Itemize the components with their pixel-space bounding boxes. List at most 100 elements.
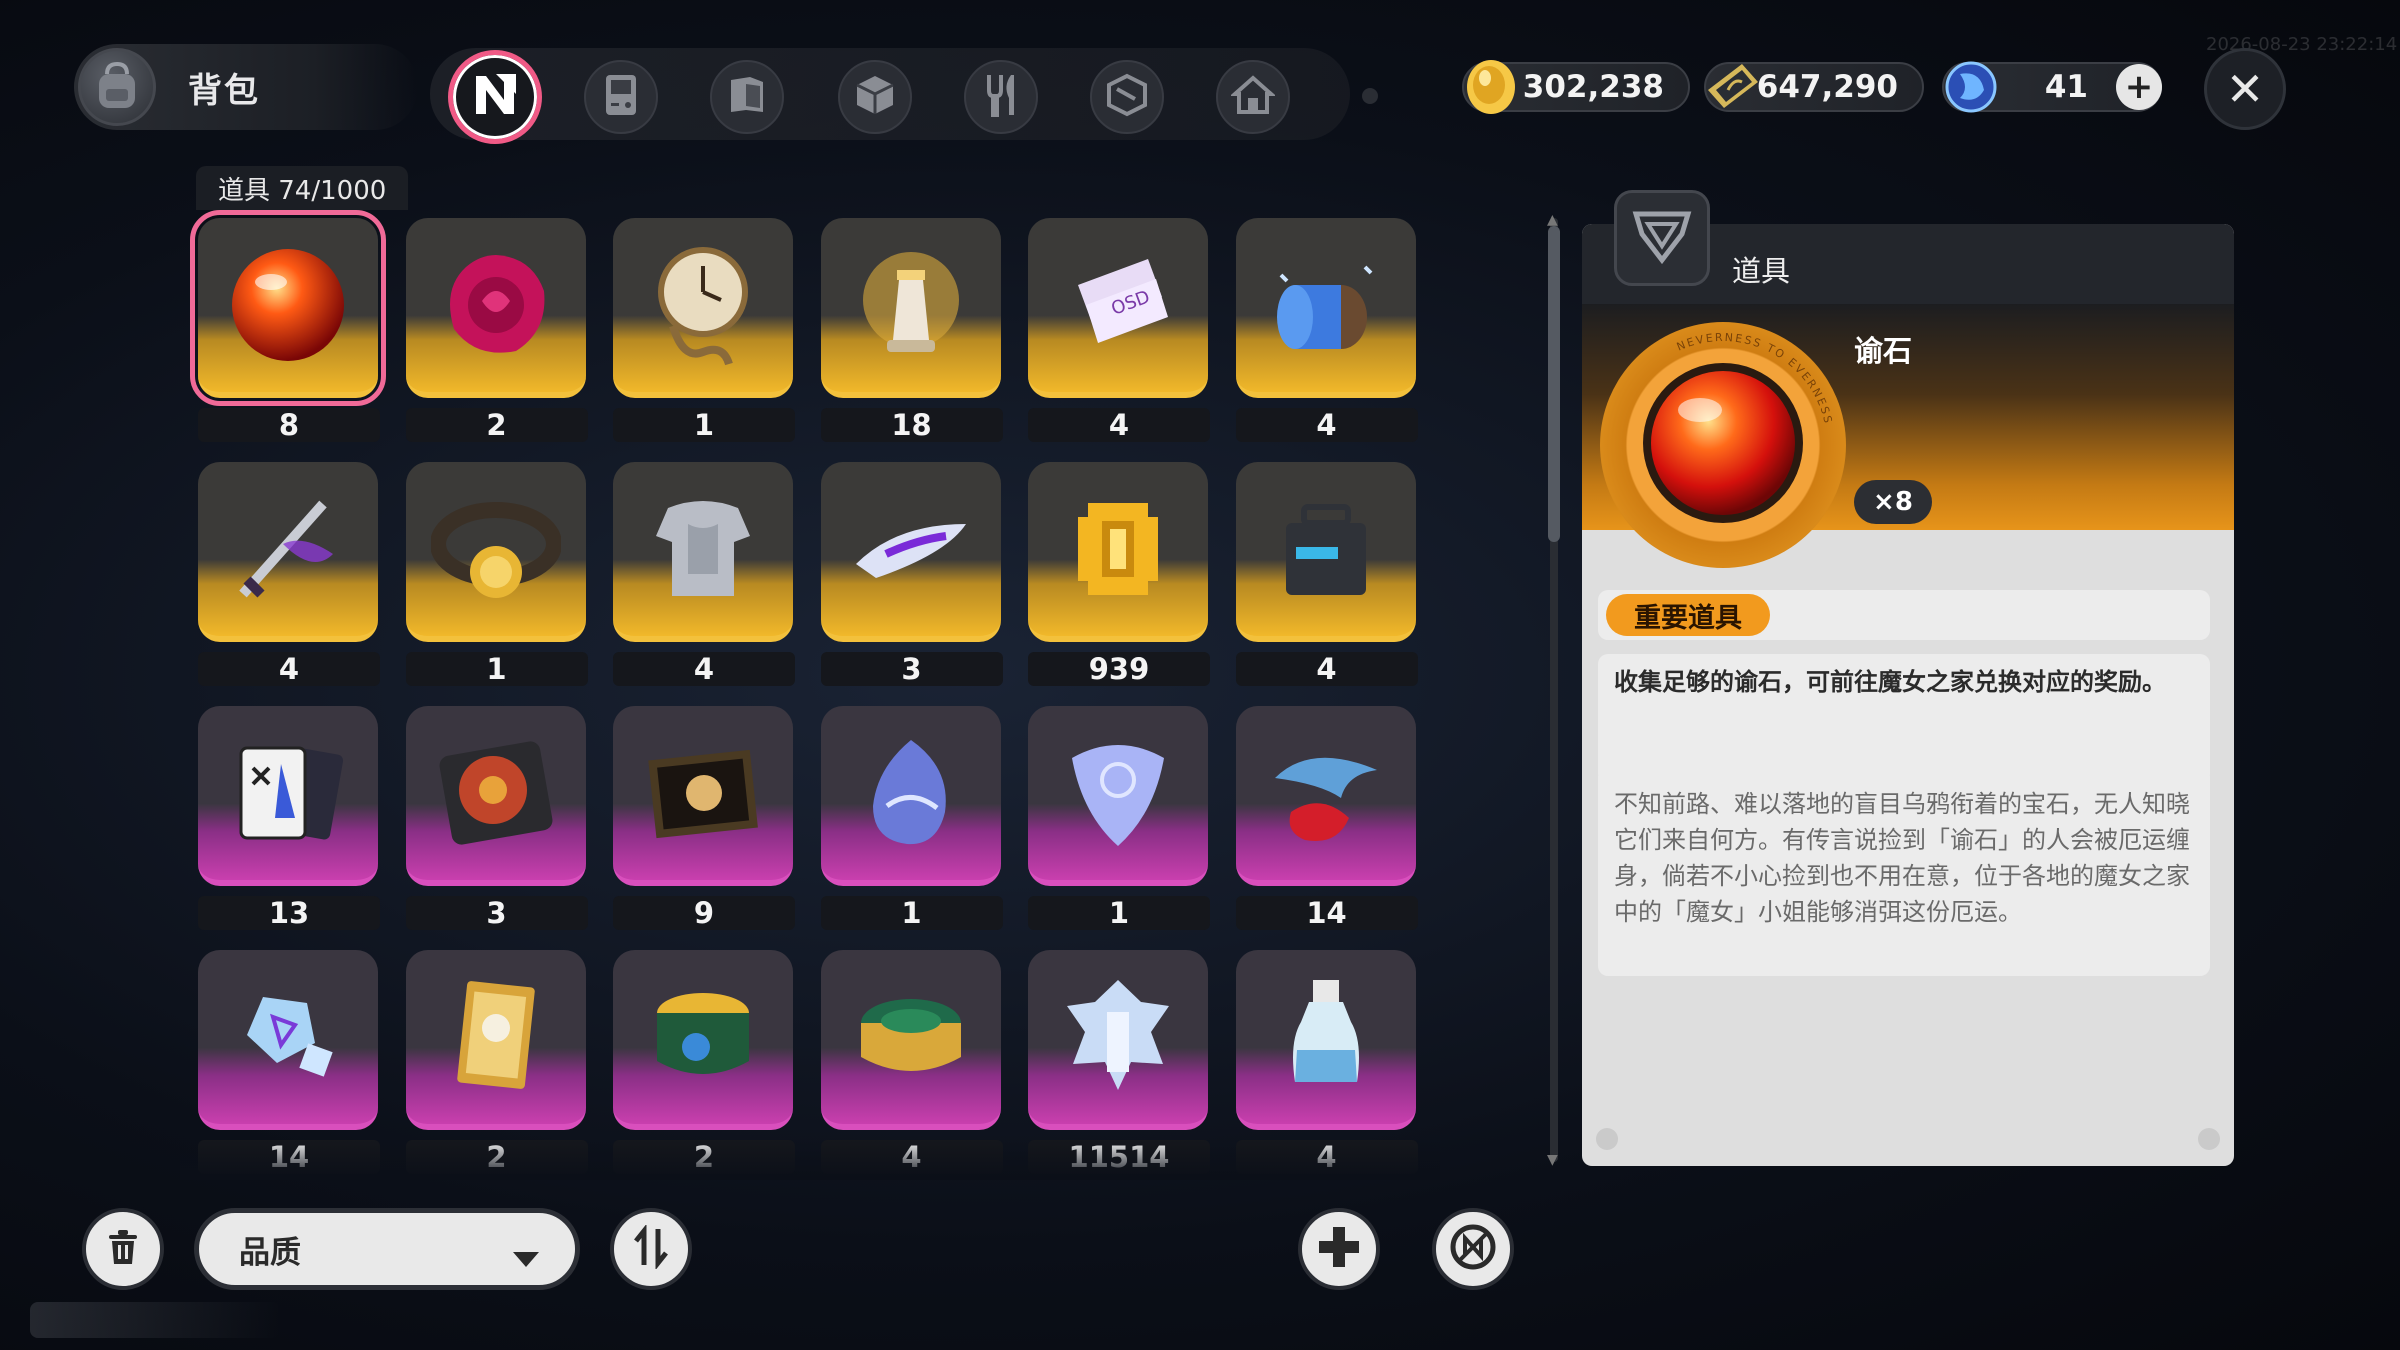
thread-spool-icon	[1236, 230, 1416, 380]
item-slot[interactable]: 14	[1235, 706, 1418, 930]
hover-board-icon	[821, 474, 1001, 624]
item-card[interactable]	[1235, 950, 1416, 1130]
tabs-end-dot	[1362, 88, 1378, 104]
tab-gameboy[interactable]	[584, 60, 658, 134]
quality-filter-select[interactable]: 品质	[194, 1208, 580, 1290]
card-deck-icon	[198, 718, 378, 868]
item-card[interactable]	[405, 950, 586, 1130]
close-icon: ✕	[2225, 62, 2265, 116]
close-button[interactable]: ✕	[2204, 48, 2286, 130]
item-slot[interactable]: 2	[405, 218, 588, 442]
chess-trophy-icon	[821, 230, 1001, 380]
item-card[interactable]	[405, 218, 586, 398]
item-name: 谕石	[1854, 334, 1913, 368]
item-slot[interactable]: 1	[820, 706, 1003, 930]
item-slot[interactable]: 4	[198, 462, 380, 686]
item-card[interactable]	[1028, 706, 1208, 886]
backpack-icon	[78, 48, 156, 126]
currency-gold[interactable]: 302,238	[1462, 60, 1690, 114]
fire-orb-icon	[198, 230, 378, 380]
item-slot[interactable]: 3	[405, 706, 588, 930]
item-quantity: ×8	[1854, 480, 1932, 524]
item-slot[interactable]: 4	[1235, 462, 1418, 686]
item-card[interactable]	[198, 706, 378, 886]
ice-chess-icon	[1028, 962, 1208, 1112]
v-shield-icon	[1630, 204, 1694, 272]
item-slot[interactable]: 18	[820, 218, 1003, 442]
item-count: 4	[1028, 408, 1210, 442]
cube-icon	[853, 73, 897, 121]
item-card[interactable]	[190, 210, 386, 406]
pixel-coin-icon	[1028, 474, 1208, 624]
supply-box-icon	[1236, 474, 1416, 624]
item-card[interactable]	[405, 706, 586, 886]
item-slot[interactable]: 1	[613, 218, 795, 442]
item-slot[interactable]: 939	[1028, 462, 1210, 686]
painting-icon	[613, 718, 793, 868]
crystal-cluster-icon	[198, 962, 378, 1112]
item-card[interactable]	[820, 950, 1001, 1130]
crystal-icon	[1940, 56, 2002, 118]
add-crystal-button[interactable]: +	[2116, 64, 2162, 110]
tab-cube[interactable]	[838, 60, 912, 134]
item-card[interactable]	[820, 462, 1001, 642]
important-item-tag: 重要道具	[1606, 594, 1770, 636]
item-card[interactable]	[613, 706, 793, 886]
item-card[interactable]	[613, 218, 793, 398]
tab-package[interactable]	[1090, 60, 1164, 134]
item-card[interactable]	[405, 462, 586, 642]
item-count: 4	[198, 652, 380, 686]
item-count: 4	[1235, 652, 1418, 686]
tab-book[interactable]	[710, 60, 784, 134]
no-symbol-button[interactable]	[1432, 1208, 1514, 1290]
package-icon	[1105, 73, 1149, 121]
item-card[interactable]	[1028, 950, 1208, 1130]
item-slot[interactable]: 9	[613, 706, 795, 930]
tickets-icon: OSD	[1028, 230, 1208, 380]
tab-house[interactable]	[1216, 60, 1290, 134]
item-slot[interactable]: 3	[820, 462, 1003, 686]
trash-icon	[105, 1227, 141, 1271]
gameboy-icon	[603, 73, 639, 121]
item-count: 8	[198, 408, 380, 442]
item-slot[interactable]: 1	[405, 462, 588, 686]
tab-food[interactable]	[964, 60, 1038, 134]
item-slot[interactable]: 8	[190, 210, 386, 442]
item-card[interactable]	[1235, 706, 1416, 886]
item-slot[interactable]: 4	[613, 462, 795, 686]
delete-button[interactable]	[82, 1208, 164, 1290]
item-card[interactable]	[820, 706, 1001, 886]
grid-fade	[180, 1140, 1440, 1180]
dolphin-icon	[1236, 718, 1416, 868]
prohibit-n-icon	[1448, 1222, 1498, 1276]
currency-ticket[interactable]: 647,290	[1704, 62, 1924, 112]
scroll-down-arrow-icon: ▼	[1547, 1152, 1558, 1168]
panel-corner-dot	[2198, 1128, 2220, 1150]
vinyl-player-icon	[406, 718, 586, 868]
item-slot[interactable]: OSD 4	[1028, 218, 1210, 442]
item-card[interactable]	[1235, 218, 1416, 398]
item-card[interactable]	[613, 462, 793, 642]
ticket-icon	[1702, 56, 1764, 118]
item-slot[interactable]: 4	[1235, 218, 1418, 442]
svg-text:NEVERNESS TO EVERNESS: NEVERNESS TO EVERNESS	[1675, 331, 1835, 426]
potion-bottle-icon	[1236, 962, 1416, 1112]
n-logo-icon	[470, 70, 520, 124]
item-card[interactable]	[198, 462, 378, 642]
dpad-button[interactable]	[1298, 1208, 1380, 1290]
gold-coin-icon	[1460, 56, 1522, 118]
item-card[interactable]	[198, 950, 378, 1130]
book-icon	[726, 74, 768, 120]
item-slot[interactable]: 1	[1028, 706, 1210, 930]
scroll-up-arrow-icon: ▲	[1547, 212, 1558, 228]
item-card[interactable]	[1028, 462, 1208, 642]
sort-order-button[interactable]	[610, 1208, 692, 1290]
scrollbar-thumb[interactable]	[1548, 226, 1560, 542]
item-slot[interactable]: 13	[198, 706, 380, 930]
tab-n-logo[interactable]	[448, 50, 542, 144]
champion-belt-icon	[406, 474, 586, 624]
item-card[interactable]: OSD	[1028, 218, 1208, 398]
item-card[interactable]	[820, 218, 1001, 398]
item-card[interactable]	[613, 950, 793, 1130]
item-card[interactable]	[1235, 462, 1416, 642]
